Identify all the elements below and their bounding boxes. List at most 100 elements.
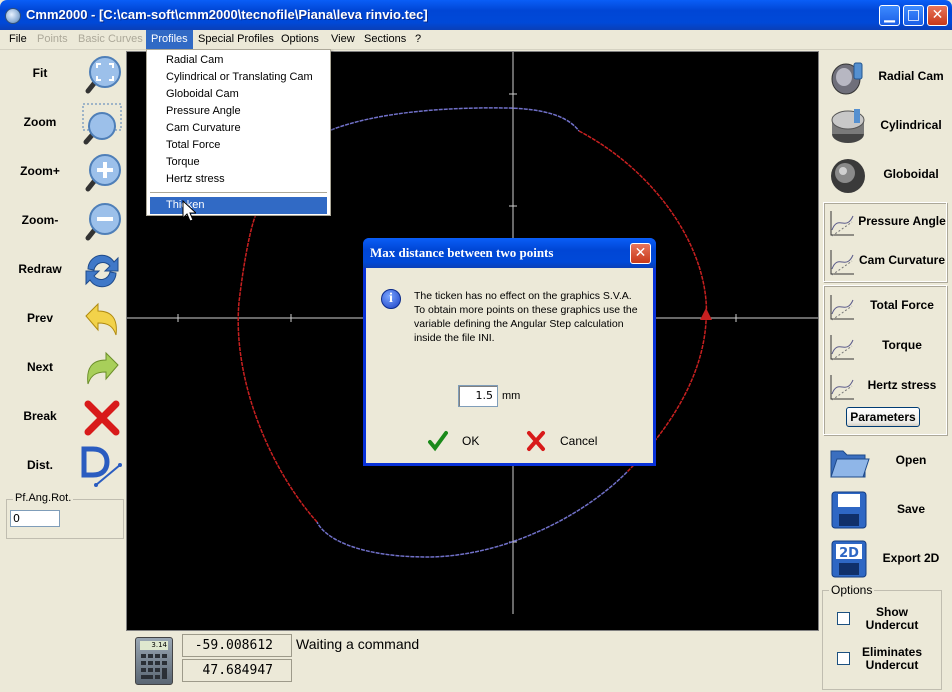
- radial-cam-label: Radial Cam: [878, 69, 944, 83]
- break-button[interactable]: Break: [4, 394, 124, 442]
- next-button[interactable]: Next: [4, 345, 124, 393]
- break-label: Break: [23, 409, 57, 423]
- dialog-message-line: To obtain more points on these graphics …: [414, 304, 638, 316]
- dist-label: Dist.: [26, 458, 53, 472]
- menu-item-cylindrical-cam[interactable]: Cylindrical or Translating Cam: [150, 69, 327, 86]
- menu-view[interactable]: View: [326, 30, 360, 50]
- cancel-label: Cancel: [560, 434, 598, 448]
- globoidal-cam-icon: [831, 159, 865, 193]
- eliminates-undercut-checkbox[interactable]: [837, 652, 850, 665]
- close-button[interactable]: ✕: [927, 5, 948, 26]
- menu-points[interactable]: Points: [32, 30, 73, 50]
- menu-help[interactable]: ?: [410, 30, 426, 50]
- export-2d-icon: 2D: [831, 540, 867, 578]
- menu-separator: [150, 192, 327, 193]
- save-button[interactable]: Save: [826, 488, 946, 532]
- radial-cam-button[interactable]: Radial Cam: [826, 55, 946, 99]
- menu-item-globoidal-cam[interactable]: Globoidal Cam: [150, 86, 327, 103]
- ok-button[interactable]: OK: [428, 430, 488, 452]
- status-message: Waiting a command: [296, 636, 420, 652]
- dist-button[interactable]: Dist.: [4, 443, 124, 491]
- pf-ang-rot-input[interactable]: 0: [10, 510, 60, 527]
- zoom-button[interactable]: Zoom: [4, 100, 124, 148]
- open-button[interactable]: Open: [826, 439, 946, 483]
- pressure-angle-label: Pressure Angle: [858, 214, 946, 228]
- dialog-close-button[interactable]: ✕: [630, 243, 651, 264]
- calculator-screen: 3.14: [140, 641, 168, 650]
- menu-item-torque[interactable]: Torque: [150, 154, 327, 171]
- zoom-label: Zoom: [23, 115, 57, 129]
- profile-blue-arc-top: [330, 107, 580, 132]
- prev-button[interactable]: Prev: [4, 296, 124, 344]
- analysis-group: Pressure Angle Cam Curvature: [823, 202, 947, 282]
- menu-profiles[interactable]: Profiles: [146, 30, 193, 50]
- close-icon: ✕: [634, 245, 647, 261]
- status-bar: 3.14 -59.008612 47.684947 Waiting a comm…: [126, 631, 819, 692]
- cam-curvature-button[interactable]: Cam Curvature: [828, 243, 946, 279]
- menu-file[interactable]: File: [4, 30, 32, 50]
- maximize-icon: □: [906, 7, 921, 23]
- zoom-in-button[interactable]: Zoom+: [4, 149, 124, 197]
- dialog-body: i The ticken has no effect on the graphi…: [366, 268, 653, 463]
- menu-options[interactable]: Options: [276, 30, 324, 50]
- prev-label: Prev: [26, 311, 54, 325]
- menu-special-profiles[interactable]: Special Profiles: [193, 30, 279, 50]
- radial-cam-icon: [831, 62, 863, 95]
- cancel-button[interactable]: Cancel: [526, 430, 606, 452]
- title-bar: Cmm2000 - [C:\cam-soft\cmm2000\tecnofile…: [0, 0, 952, 30]
- torque-icon: [830, 335, 854, 361]
- export-2d-label: Export 2D: [882, 551, 940, 565]
- redo-arrow-icon: [87, 351, 119, 385]
- export-2d-button[interactable]: 2D Export 2D: [826, 537, 946, 581]
- menu-item-thicken[interactable]: Thicken: [150, 197, 327, 214]
- mouse-cursor-icon: [182, 200, 196, 222]
- dialog-message-line: The ticken has no effect on the graphics…: [414, 290, 632, 302]
- zoom-out-button[interactable]: Zoom-: [4, 198, 124, 246]
- cam-curvature-icon: [830, 250, 854, 276]
- redraw-arrows-icon: [85, 254, 119, 288]
- fit-button[interactable]: Fit: [4, 51, 124, 99]
- green-check-icon: [428, 431, 448, 452]
- show-undercut-label: Show Undercut: [865, 605, 919, 632]
- zoom-window-icon: [82, 103, 122, 145]
- hertz-stress-label: Hertz stress: [867, 378, 937, 392]
- dialog-message-line: variable defining the Angular Step calcu…: [414, 318, 624, 330]
- calculator-icon[interactable]: 3.14: [135, 637, 173, 685]
- menu-item-pressure-angle[interactable]: Pressure Angle: [150, 103, 327, 120]
- minimize-icon: ▁: [884, 7, 895, 23]
- menu-item-total-force[interactable]: Total Force: [150, 137, 327, 154]
- max-distance-input[interactable]: 1.5: [458, 385, 498, 407]
- show-undercut-checkbox[interactable]: [837, 612, 850, 625]
- fit-label: Fit: [32, 66, 48, 80]
- options-group: Options Show Undercut Eliminates Undercu…: [822, 583, 942, 690]
- parameters-button[interactable]: Parameters: [846, 407, 920, 427]
- pf-ang-rot-label: Pf.Ang.Rot.: [13, 492, 74, 504]
- globoidal-button[interactable]: Globoidal: [826, 153, 946, 197]
- torque-button[interactable]: Torque: [828, 328, 946, 364]
- left-toolbar: Fit Zoom Zoom+ Zoom- Redraw Prev Next Br…: [0, 50, 126, 692]
- maximize-button[interactable]: □: [903, 5, 924, 26]
- cylindrical-button[interactable]: Cylindrical: [826, 104, 946, 148]
- menu-item-radial-cam[interactable]: Radial Cam: [150, 52, 327, 69]
- total-force-button[interactable]: Total Force: [828, 288, 946, 324]
- options-label: Options: [829, 583, 875, 597]
- menu-item-hertz-stress[interactable]: Hertz stress: [150, 171, 327, 188]
- redraw-button[interactable]: Redraw: [4, 247, 124, 295]
- minimize-button[interactable]: ▁: [879, 5, 900, 26]
- profile-direction-marker: [700, 308, 712, 320]
- hertz-stress-button[interactable]: Hertz stress: [828, 368, 946, 404]
- distance-icon: [81, 446, 122, 487]
- save-label: Save: [896, 502, 926, 516]
- torque-label: Torque: [882, 338, 922, 352]
- eliminates-undercut-label: Eliminates Undercut: [861, 645, 923, 672]
- menu-item-cam-curvature[interactable]: Cam Curvature: [150, 120, 327, 137]
- break-x-icon: [84, 400, 120, 436]
- menu-sections[interactable]: Sections: [359, 30, 411, 50]
- right-panel: Radial Cam Cylindrical Globoidal Pressur…: [820, 50, 952, 692]
- app-icon[interactable]: [5, 8, 21, 24]
- menu-basic-curves[interactable]: Basic Curves: [73, 30, 148, 50]
- pressure-angle-button[interactable]: Pressure Angle: [828, 204, 946, 240]
- redraw-label: Redraw: [18, 262, 62, 276]
- red-x-icon: [527, 431, 545, 451]
- coord-x-display: -59.008612: [182, 634, 292, 657]
